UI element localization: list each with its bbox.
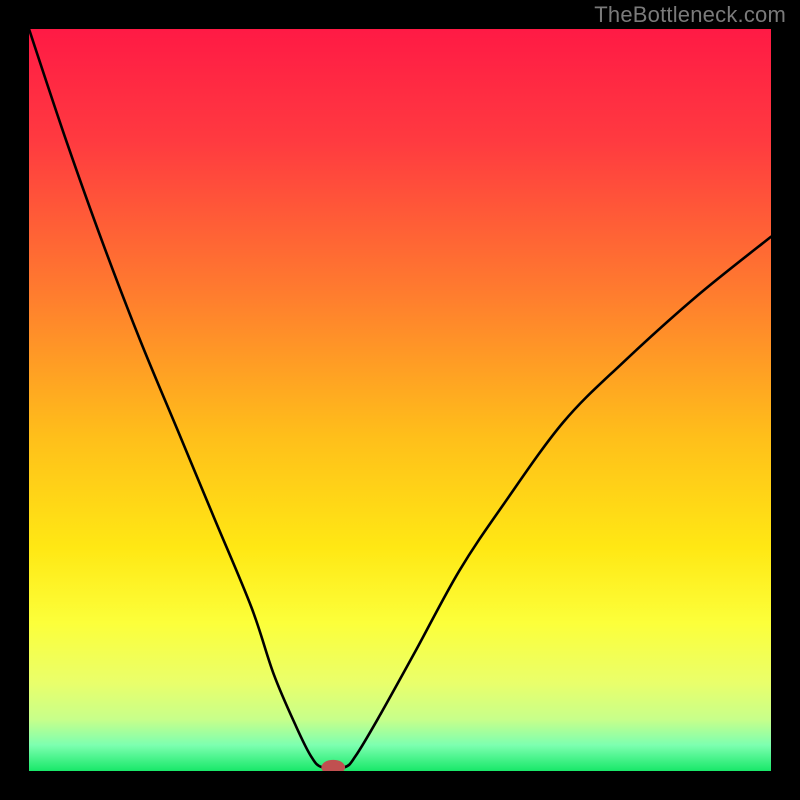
optimal-point-marker: [321, 760, 345, 771]
chart-frame: TheBottleneck.com: [0, 0, 800, 800]
plot-area: [29, 29, 771, 771]
watermark: TheBottleneck.com: [594, 2, 786, 28]
bottleneck-curve: [29, 29, 771, 769]
curve-layer: [29, 29, 771, 771]
